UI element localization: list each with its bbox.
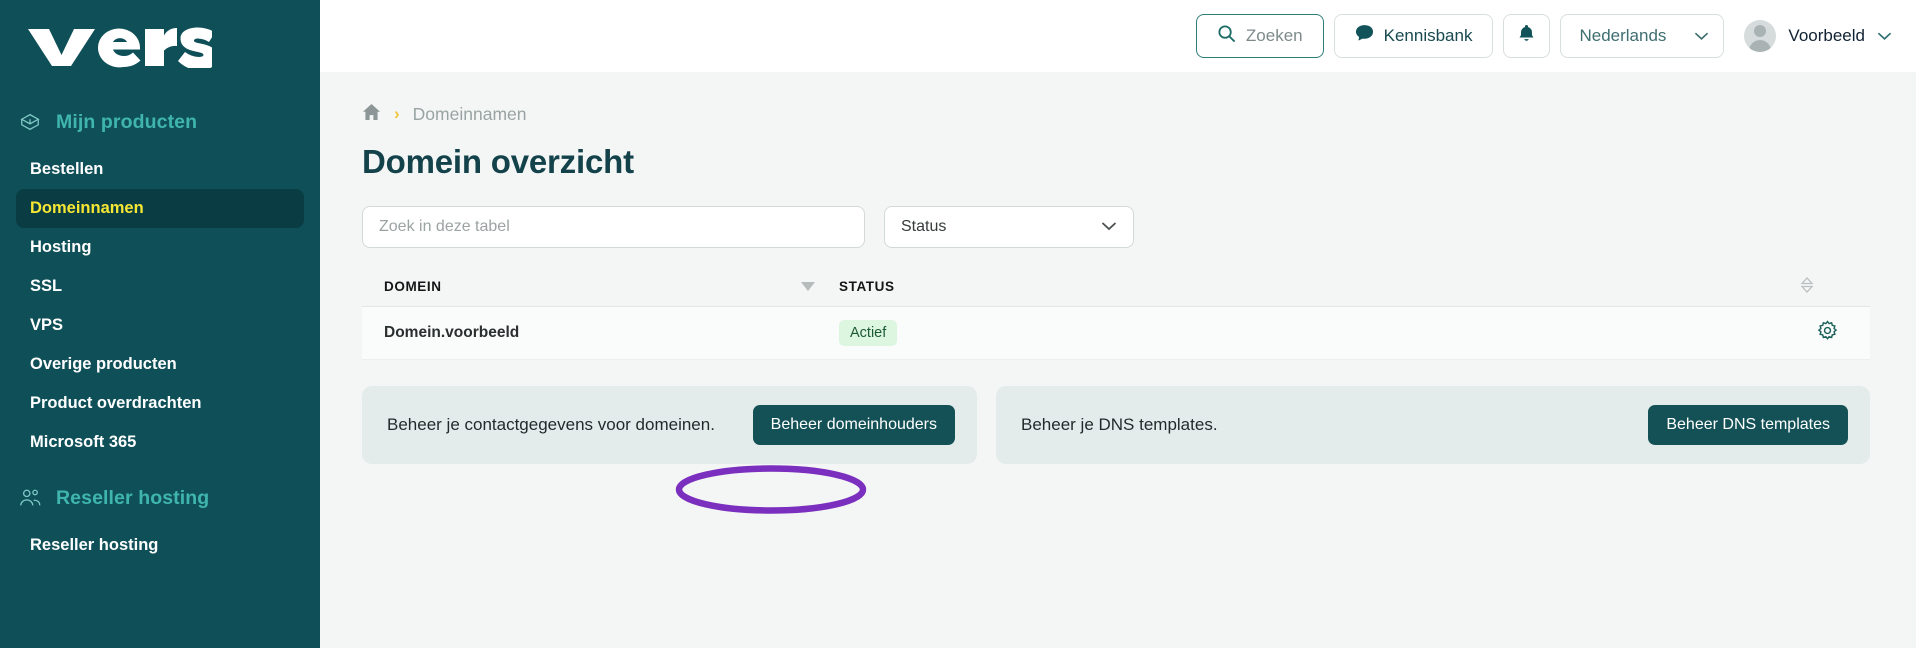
user-menu[interactable]: Voorbeeld [1734, 14, 1898, 58]
cell-status: Actief [839, 320, 1259, 346]
package-icon [18, 110, 42, 134]
search-button[interactable]: Zoeken [1195, 13, 1324, 58]
topbar: Zoeken Kennisbank Nederlands Voorbeeld [320, 0, 1916, 72]
sidebar-item-reseller-hosting[interactable]: Reseller hosting [16, 526, 304, 565]
avatar [1744, 19, 1777, 52]
table-header-row: DOMEIN STATUS [362, 266, 1870, 307]
versio-logo-icon [28, 27, 212, 68]
card-text: Beheer je DNS templates. [1021, 415, 1218, 434]
breadcrumb-current[interactable]: Domeinnamen [413, 104, 527, 125]
table-header-domein-label: DOMEIN [384, 278, 442, 294]
users-icon [18, 486, 42, 510]
sidebar-items-mijn-producten: Bestellen Domeinnamen Hosting SSL VPS Ov… [0, 150, 320, 462]
beheer-dns-templates-button[interactable]: Beheer DNS templates [1648, 405, 1848, 445]
chevron-down-icon [1101, 218, 1117, 236]
language-select-value: Nederlands [1579, 25, 1667, 45]
brand-logo[interactable] [0, 0, 320, 86]
table-header-status[interactable]: STATUS [839, 279, 1259, 294]
notifications-button[interactable] [1503, 13, 1551, 58]
table-row[interactable]: Domein.voorbeeld Actief [362, 307, 1870, 360]
sort-updown-icon[interactable] [1800, 275, 1814, 298]
page-content: › Domeinnamen Domein overzicht Status DO… [320, 72, 1916, 648]
beheer-domeinhouders-button[interactable]: Beheer domeinhouders [752, 405, 955, 445]
sidebar-item-hosting[interactable]: Hosting [16, 228, 304, 267]
card-dns-templates: Beheer je DNS templates. Beheer DNS temp… [996, 386, 1870, 464]
page-title: Domein overzicht [362, 143, 634, 180]
sidebar-item-microsoft-365[interactable]: Microsoft 365 [16, 423, 304, 462]
table-header-domein[interactable]: DOMEIN [384, 279, 839, 294]
knowledgebase-button-label: Kennisbank [1383, 25, 1473, 45]
status-badge: Actief [839, 320, 898, 346]
gear-icon[interactable] [1817, 320, 1838, 346]
chat-bubble-icon [1355, 24, 1374, 47]
info-cards: Beheer je contactgegevens voor domeinen.… [362, 386, 1870, 464]
sort-descending-icon [801, 281, 815, 291]
status-filter-select[interactable]: Status [884, 206, 1134, 248]
sidebar-item-ssl[interactable]: SSL [16, 267, 304, 306]
breadcrumb: › Domeinnamen [362, 102, 1870, 126]
breadcrumb-separator: › [394, 104, 400, 123]
card-domeinhouders: Beheer je contactgegevens voor domeinen.… [362, 386, 977, 464]
sidebar-section-reseller-hosting: Reseller hosting [0, 480, 320, 516]
main-area: Zoeken Kennisbank Nederlands Voorbeeld ›… [320, 0, 1916, 648]
sidebar-item-domeinnamen[interactable]: Domeinnamen [16, 189, 304, 228]
search-icon [1217, 24, 1236, 48]
chevron-down-icon [1694, 26, 1709, 46]
table-filters: Status [362, 206, 1870, 248]
sidebar-section-mijn-producten: Mijn producten [0, 104, 320, 140]
sidebar-item-vps[interactable]: VPS [16, 306, 304, 345]
user-name-label: Voorbeeld [1788, 25, 1865, 45]
sidebar-item-bestellen[interactable]: Bestellen [16, 150, 304, 189]
sidebar-item-product-overdrachten[interactable]: Product overdrachten [16, 384, 304, 423]
language-select[interactable]: Nederlands [1560, 13, 1725, 58]
sidebar-items-reseller-hosting: Reseller hosting [0, 526, 320, 565]
annotation-ellipse [675, 465, 867, 514]
chevron-down-icon [1877, 26, 1892, 46]
sidebar-item-overige-producten[interactable]: Overige producten [16, 345, 304, 384]
table-header-actions [1259, 275, 1850, 298]
bell-icon [1518, 24, 1535, 48]
table-search-input[interactable] [362, 206, 865, 248]
cell-actions [1259, 320, 1850, 346]
knowledgebase-button[interactable]: Kennisbank [1333, 13, 1494, 58]
domains-table: DOMEIN STATUS Domein.voorbeeld Actief [362, 266, 1870, 360]
sidebar-section-label: Mijn producten [56, 110, 198, 133]
search-button-label: Zoeken [1245, 25, 1303, 45]
status-filter-label: Status [901, 218, 947, 235]
sidebar-section-label: Reseller hosting [56, 486, 210, 509]
sidebar: Mijn producten Bestellen Domeinnamen Hos… [0, 0, 320, 648]
card-text: Beheer je contactgegevens voor domeinen. [387, 415, 715, 434]
home-icon[interactable] [362, 103, 381, 126]
app-root: Mijn producten Bestellen Domeinnamen Hos… [0, 0, 1916, 648]
cell-domain[interactable]: Domein.voorbeeld [384, 324, 839, 342]
sidebar-section-list: Mijn producten Bestellen Domeinnamen Hos… [0, 104, 320, 565]
